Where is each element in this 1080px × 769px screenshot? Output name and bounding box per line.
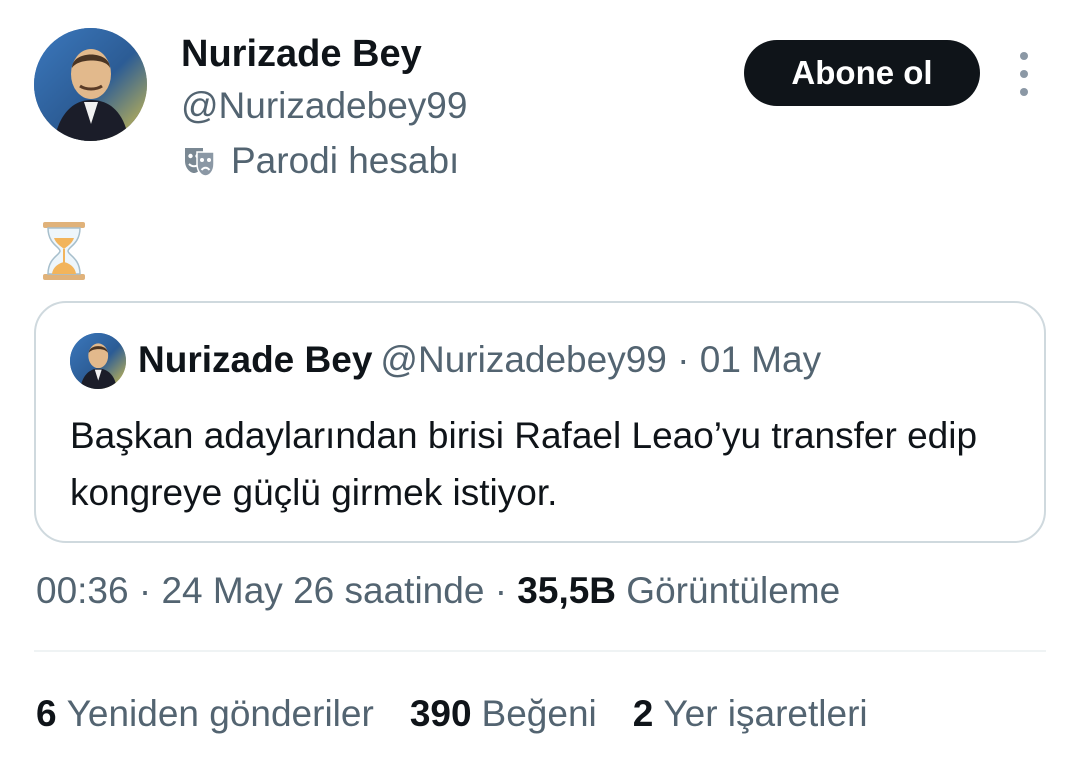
more-options-icon[interactable] <box>1008 52 1040 96</box>
follow-button[interactable]: Abone ol <box>744 40 980 106</box>
author-handle[interactable]: @Nurizadebey99 <box>181 85 467 127</box>
bookmarks-label: Yer işaretleri <box>663 693 868 734</box>
bookmarks-stat[interactable]: 2 Yer işaretleri <box>633 693 868 735</box>
quoted-tweet-header: Nurizade Bey @Nurizadebey99 · 01 May <box>138 339 821 381</box>
quoted-tweet-text: Başkan adaylarından birisi Rafael Leao’y… <box>70 415 978 513</box>
views-label: Görüntüleme <box>616 570 841 611</box>
timestamp-text[interactable]: 00:36 · 24 May 26 saatinde · <box>36 570 517 611</box>
author-avatar[interactable] <box>34 28 147 141</box>
engagement-stats: 6 Yeniden gönderiler 390 Beğeni 2 Yer işare… <box>36 693 868 735</box>
likes-stat[interactable]: 390 Beğeni <box>410 693 597 735</box>
reposts-stat[interactable]: 6 Yeniden gönderiler <box>36 693 374 735</box>
quoted-author-avatar <box>70 333 126 389</box>
likes-count: 390 <box>409 693 472 734</box>
bookmarks-count: 2 <box>632 693 654 734</box>
quoted-tweet-card[interactable]: Nurizade Bey @Nurizadebey99 · 01 May Başk… <box>34 301 1046 543</box>
theater-masks-icon <box>185 148 215 177</box>
quoted-avatar-image <box>70 333 126 389</box>
reposts-count: 6 <box>36 693 57 734</box>
reposts-label: Yeniden gönderiler <box>66 693 374 734</box>
quoted-author-name: Nurizade Bey <box>138 339 373 380</box>
author-display-name[interactable]: Nurizade Bey <box>181 33 422 76</box>
quoted-author-meta: @Nurizadebey99 · 01 May <box>380 339 822 380</box>
divider <box>34 650 1046 652</box>
hourglass-icon <box>43 222 85 280</box>
avatar-image <box>34 28 147 141</box>
parody-badge: Parodi hesabı <box>181 140 459 182</box>
views-count: 35,5B <box>517 570 617 611</box>
parody-label: Parodi hesabı <box>231 140 460 181</box>
likes-label: Beğeni <box>481 693 597 734</box>
tweet-timestamp[interactable]: 00:36 · 24 May 26 saatinde · 35,5B Görün… <box>36 570 840 612</box>
